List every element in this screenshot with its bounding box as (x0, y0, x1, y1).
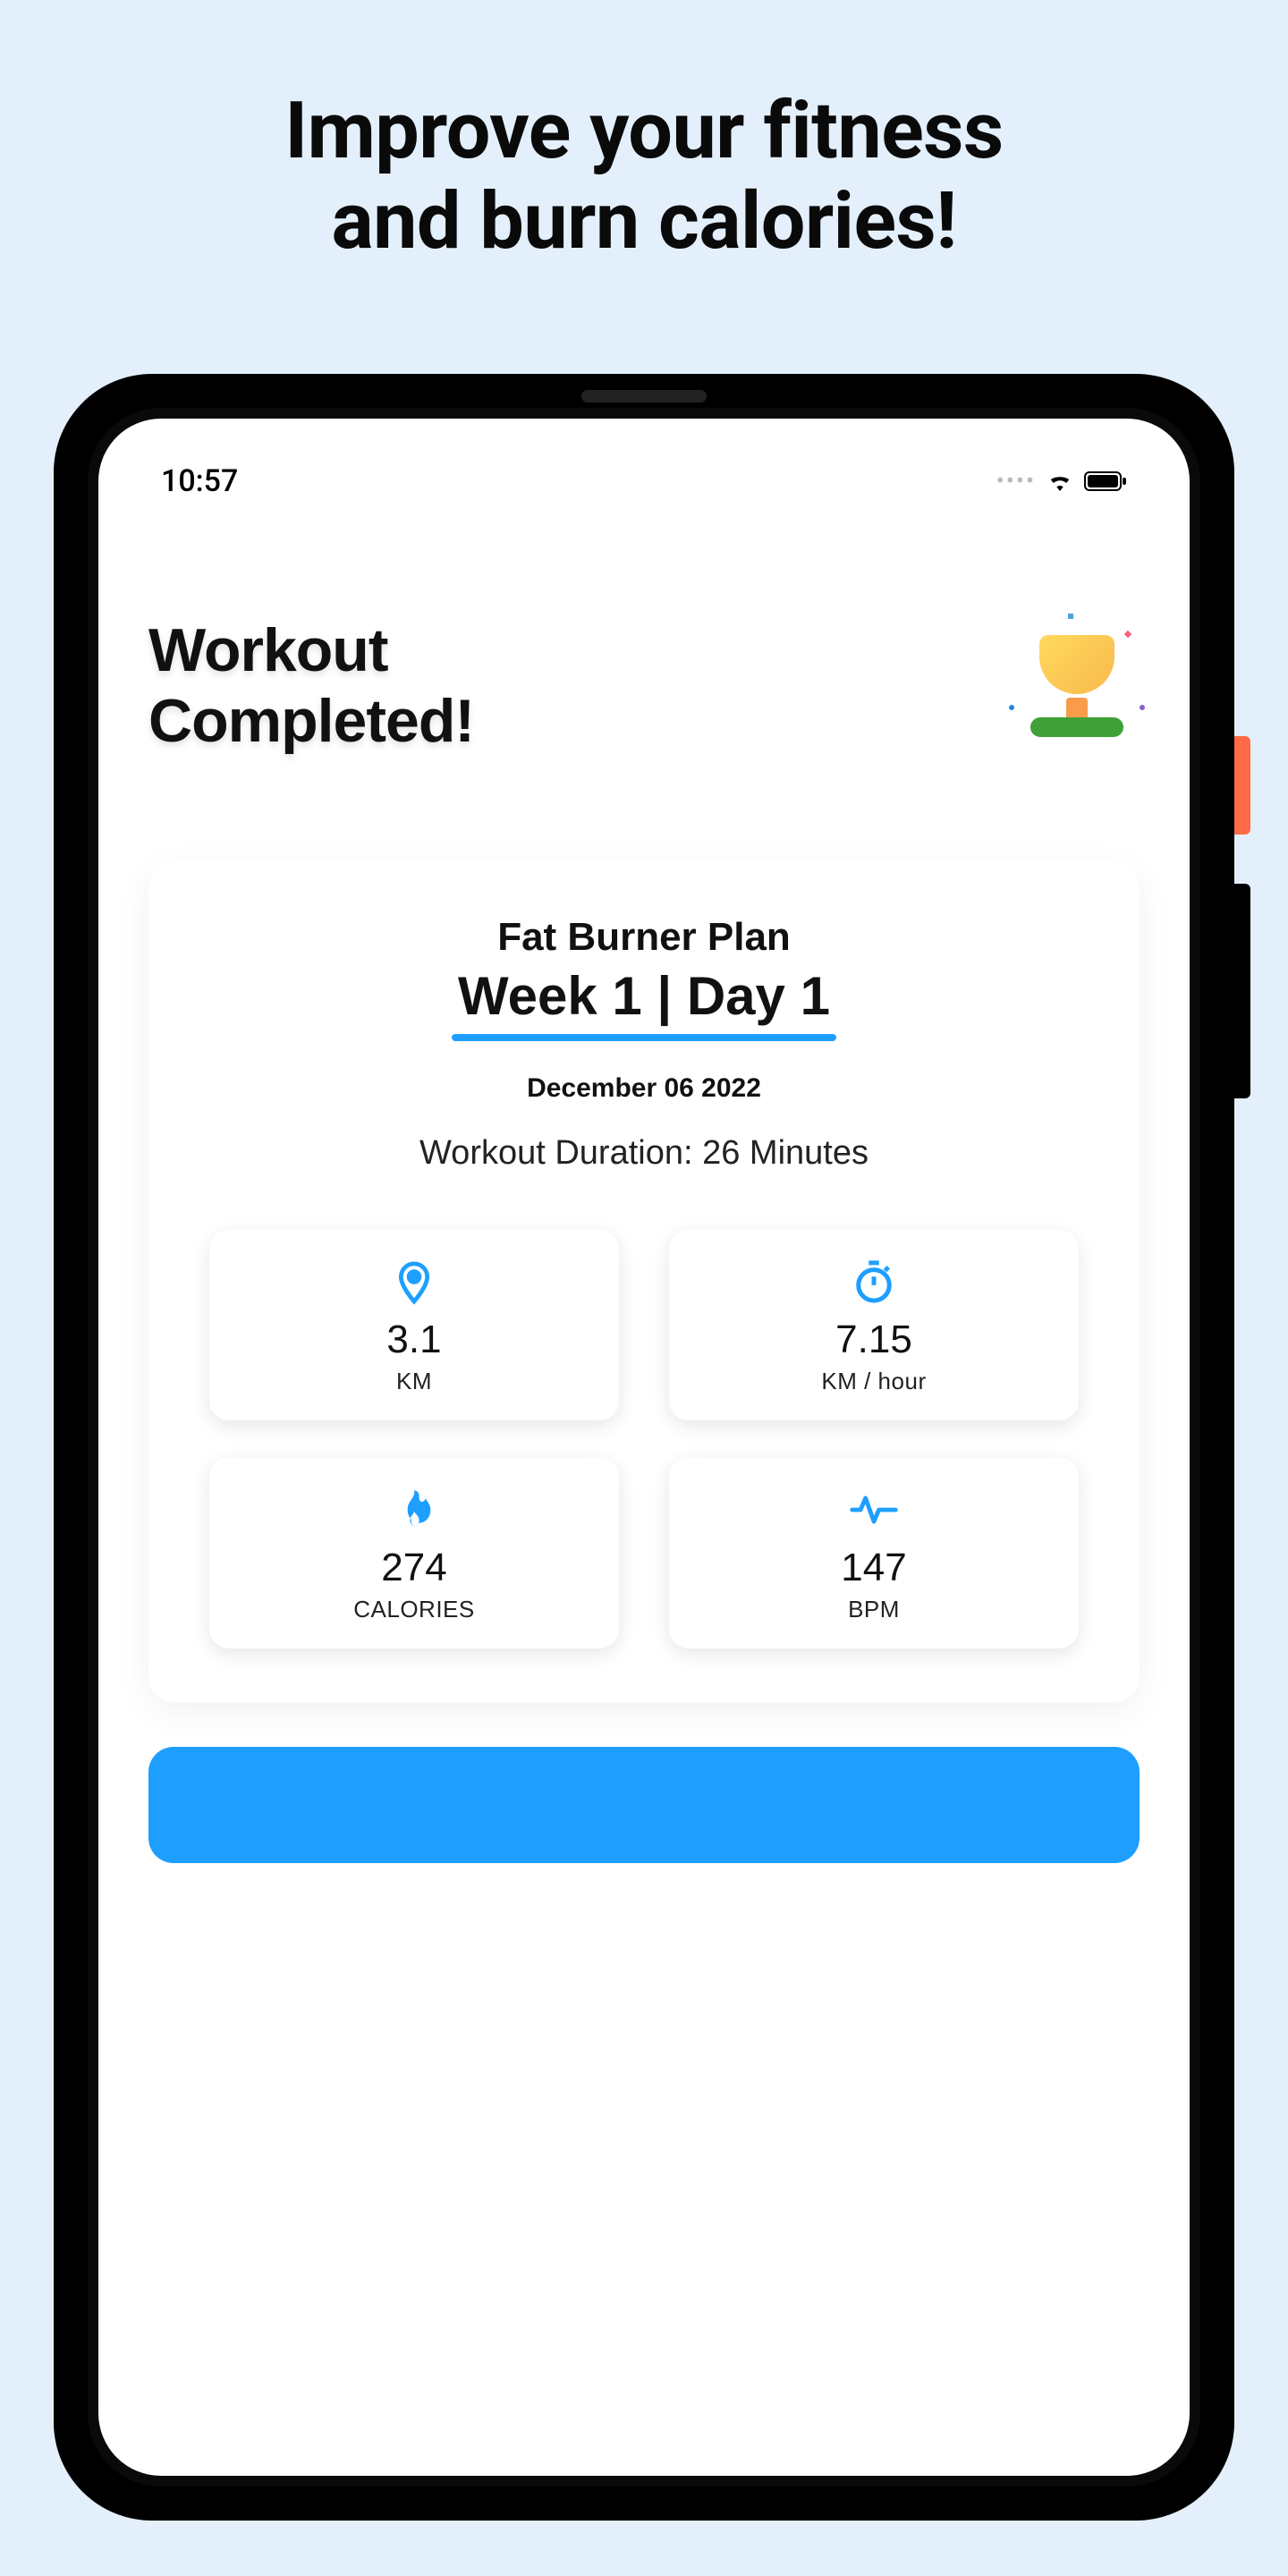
stat-speed-label: KM / hour (687, 1368, 1061, 1395)
stat-bpm-label: BPM (687, 1596, 1061, 1623)
wifi-icon (1046, 463, 1073, 499)
plan-name: Fat Burner Plan (191, 915, 1097, 960)
stat-calories-value: 274 (227, 1546, 601, 1590)
pin-icon (227, 1257, 601, 1307)
stopwatch-icon (687, 1257, 1061, 1307)
phone-volume-button (1234, 884, 1250, 1098)
week-day: Week 1 | Day 1 (191, 965, 1097, 1027)
stat-bpm-value: 147 (687, 1546, 1061, 1590)
promo-headline-line2: and burn calories! (332, 175, 957, 267)
status-bar: 10:57 •••• (98, 419, 1190, 508)
workout-summary-card: Fat Burner Plan Week 1 | Day 1 December … (148, 861, 1140, 1702)
primary-cta-button[interactable] (148, 1747, 1140, 1863)
page-title-line1: Workout (148, 616, 388, 684)
phone-mockup: 10:57 •••• Workout (54, 374, 1234, 2521)
page-title: Workout Completed! (148, 615, 474, 755)
phone-frame: 10:57 •••• Workout (54, 374, 1234, 2521)
stats-grid: 3.1 KM 7.15 KM / hour (191, 1230, 1097, 1648)
stat-calories[interactable]: 274 CALORIES (209, 1458, 619, 1648)
stat-bpm[interactable]: 147 BPM (669, 1458, 1079, 1648)
stat-speed[interactable]: 7.15 KM / hour (669, 1230, 1079, 1420)
phone-speaker (581, 390, 707, 402)
flame-icon (227, 1485, 601, 1535)
trophy-icon (1014, 621, 1140, 737)
page-title-line2: Completed! (148, 687, 474, 755)
underline (452, 1034, 836, 1041)
pulse-icon (687, 1485, 1061, 1535)
stat-distance[interactable]: 3.1 KM (209, 1230, 619, 1420)
stat-calories-label: CALORIES (227, 1596, 601, 1623)
stat-speed-value: 7.15 (687, 1318, 1061, 1362)
cellular-icon: •••• (996, 468, 1036, 495)
stat-distance-label: KM (227, 1368, 601, 1395)
promo-headline: Improve your fitness and burn calories! (0, 0, 1288, 267)
stat-distance-value: 3.1 (227, 1318, 601, 1362)
status-time: 10:57 (161, 463, 238, 499)
promo-headline-line1: Improve your fitness (284, 85, 1003, 177)
workout-date: December 06 2022 (191, 1073, 1097, 1104)
battery-icon (1084, 463, 1127, 499)
phone-power-button (1234, 736, 1250, 835)
phone-screen: 10:57 •••• Workout (98, 419, 1190, 2476)
workout-duration: Workout Duration: 26 Minutes (191, 1134, 1097, 1173)
